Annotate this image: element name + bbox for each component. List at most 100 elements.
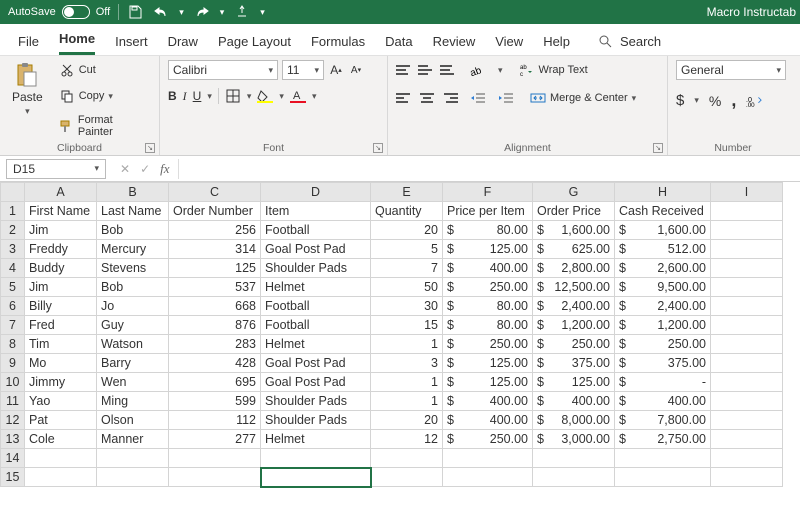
cell[interactable]: $1,200.00: [533, 316, 615, 335]
row-header[interactable]: 10: [1, 373, 25, 392]
cell[interactable]: [169, 468, 261, 487]
cell[interactable]: $3,000.00: [533, 430, 615, 449]
cell[interactable]: $-: [615, 373, 711, 392]
cell[interactable]: [711, 392, 783, 411]
cell[interactable]: Goal Post Pad: [261, 373, 371, 392]
cell[interactable]: Price per Item: [443, 202, 533, 221]
cell[interactable]: $80.00: [443, 297, 533, 316]
worksheet[interactable]: A B C D E F G H I 1 First Name Last Name…: [0, 182, 800, 487]
cell[interactable]: 5: [371, 240, 443, 259]
cell[interactable]: $250.00: [443, 278, 533, 297]
cell[interactable]: $2,400.00: [533, 297, 615, 316]
cell[interactable]: [711, 430, 783, 449]
increase-indent-icon[interactable]: [498, 90, 514, 106]
row-header[interactable]: 4: [1, 259, 25, 278]
cell[interactable]: Yao: [25, 392, 97, 411]
cell[interactable]: Tim: [25, 335, 97, 354]
font-color-icon[interactable]: A: [290, 88, 306, 104]
accounting-format-button[interactable]: $: [676, 92, 684, 109]
cell[interactable]: [711, 316, 783, 335]
undo-dropdown-icon[interactable]: ▾: [179, 7, 184, 18]
cell[interactable]: Bob: [97, 278, 169, 297]
format-painter-button[interactable]: Format Painter: [55, 112, 151, 140]
tab-view[interactable]: View: [495, 28, 523, 55]
name-box[interactable]: D15 ▾: [6, 159, 106, 179]
cell[interactable]: $1,200.00: [615, 316, 711, 335]
cell[interactable]: [443, 449, 533, 468]
cell[interactable]: [443, 468, 533, 487]
row-header[interactable]: 3: [1, 240, 25, 259]
tab-review[interactable]: Review: [433, 28, 476, 55]
formula-input[interactable]: [178, 159, 800, 179]
cell[interactable]: 1: [371, 392, 443, 411]
align-middle-icon[interactable]: [418, 62, 436, 78]
col-header[interactable]: C: [169, 183, 261, 202]
cell[interactable]: $250.00: [533, 335, 615, 354]
tab-draw[interactable]: Draw: [168, 28, 198, 55]
col-header[interactable]: B: [97, 183, 169, 202]
cell[interactable]: 428: [169, 354, 261, 373]
cell[interactable]: Cash Received: [615, 202, 711, 221]
copy-button[interactable]: Copy ▾: [55, 86, 151, 106]
cell[interactable]: Mo: [25, 354, 97, 373]
cell[interactable]: $12,500.00: [533, 278, 615, 297]
cell[interactable]: [371, 468, 443, 487]
row-header[interactable]: 1: [1, 202, 25, 221]
cell[interactable]: Football: [261, 221, 371, 240]
col-header[interactable]: G: [533, 183, 615, 202]
cell[interactable]: $400.00: [443, 259, 533, 278]
cell[interactable]: $8,000.00: [533, 411, 615, 430]
tab-search[interactable]: Search: [598, 27, 661, 55]
row-header[interactable]: 12: [1, 411, 25, 430]
autosave-toggle[interactable]: AutoSave Off: [0, 5, 118, 19]
row-header[interactable]: 11: [1, 392, 25, 411]
alignment-launcher-icon[interactable]: ↘: [653, 143, 663, 153]
cell[interactable]: [711, 354, 783, 373]
cell[interactable]: $125.00: [443, 240, 533, 259]
cell[interactable]: [97, 468, 169, 487]
fx-icon[interactable]: fx: [160, 161, 169, 177]
cell[interactable]: $2,750.00: [615, 430, 711, 449]
cell[interactable]: 277: [169, 430, 261, 449]
undo-icon[interactable]: [153, 4, 169, 20]
merge-center-button[interactable]: Merge & Center ▾: [526, 88, 640, 108]
cell[interactable]: [169, 449, 261, 468]
cell[interactable]: Item: [261, 202, 371, 221]
cut-button[interactable]: Cut: [55, 60, 151, 80]
underline-button[interactable]: U: [193, 89, 202, 103]
cell[interactable]: 3: [371, 354, 443, 373]
col-header[interactable]: E: [371, 183, 443, 202]
qat-customize-icon[interactable]: ▾: [260, 7, 265, 18]
cell[interactable]: Guy: [97, 316, 169, 335]
cell[interactable]: $2,400.00: [615, 297, 711, 316]
cell[interactable]: Buddy: [25, 259, 97, 278]
comma-format-button[interactable]: ,: [731, 90, 736, 111]
cell[interactable]: Quantity: [371, 202, 443, 221]
cell[interactable]: Bob: [97, 221, 169, 240]
bold-button[interactable]: B: [168, 89, 177, 103]
cell[interactable]: Goal Post Pad: [261, 354, 371, 373]
cell[interactable]: 314: [169, 240, 261, 259]
underline-dropdown-icon[interactable]: ▾: [207, 91, 212, 102]
cell[interactable]: 12: [371, 430, 443, 449]
cell[interactable]: Shoulder Pads: [261, 411, 371, 430]
row-header[interactable]: 13: [1, 430, 25, 449]
cell[interactable]: Jim: [25, 221, 97, 240]
wrap-text-button[interactable]: abc Wrap Text: [515, 60, 592, 80]
cell[interactable]: [261, 449, 371, 468]
tab-page-layout[interactable]: Page Layout: [218, 28, 291, 55]
cell[interactable]: Billy: [25, 297, 97, 316]
cell[interactable]: [261, 468, 371, 487]
cell[interactable]: $80.00: [443, 316, 533, 335]
cell[interactable]: [711, 411, 783, 430]
cell[interactable]: 695: [169, 373, 261, 392]
cell[interactable]: [533, 449, 615, 468]
cell[interactable]: $512.00: [615, 240, 711, 259]
row-header[interactable]: 15: [1, 468, 25, 487]
cell[interactable]: Order Number: [169, 202, 261, 221]
cell[interactable]: [533, 468, 615, 487]
cell[interactable]: [615, 449, 711, 468]
cell[interactable]: $250.00: [615, 335, 711, 354]
select-all-corner[interactable]: [1, 183, 25, 202]
tab-file[interactable]: File: [18, 28, 39, 55]
